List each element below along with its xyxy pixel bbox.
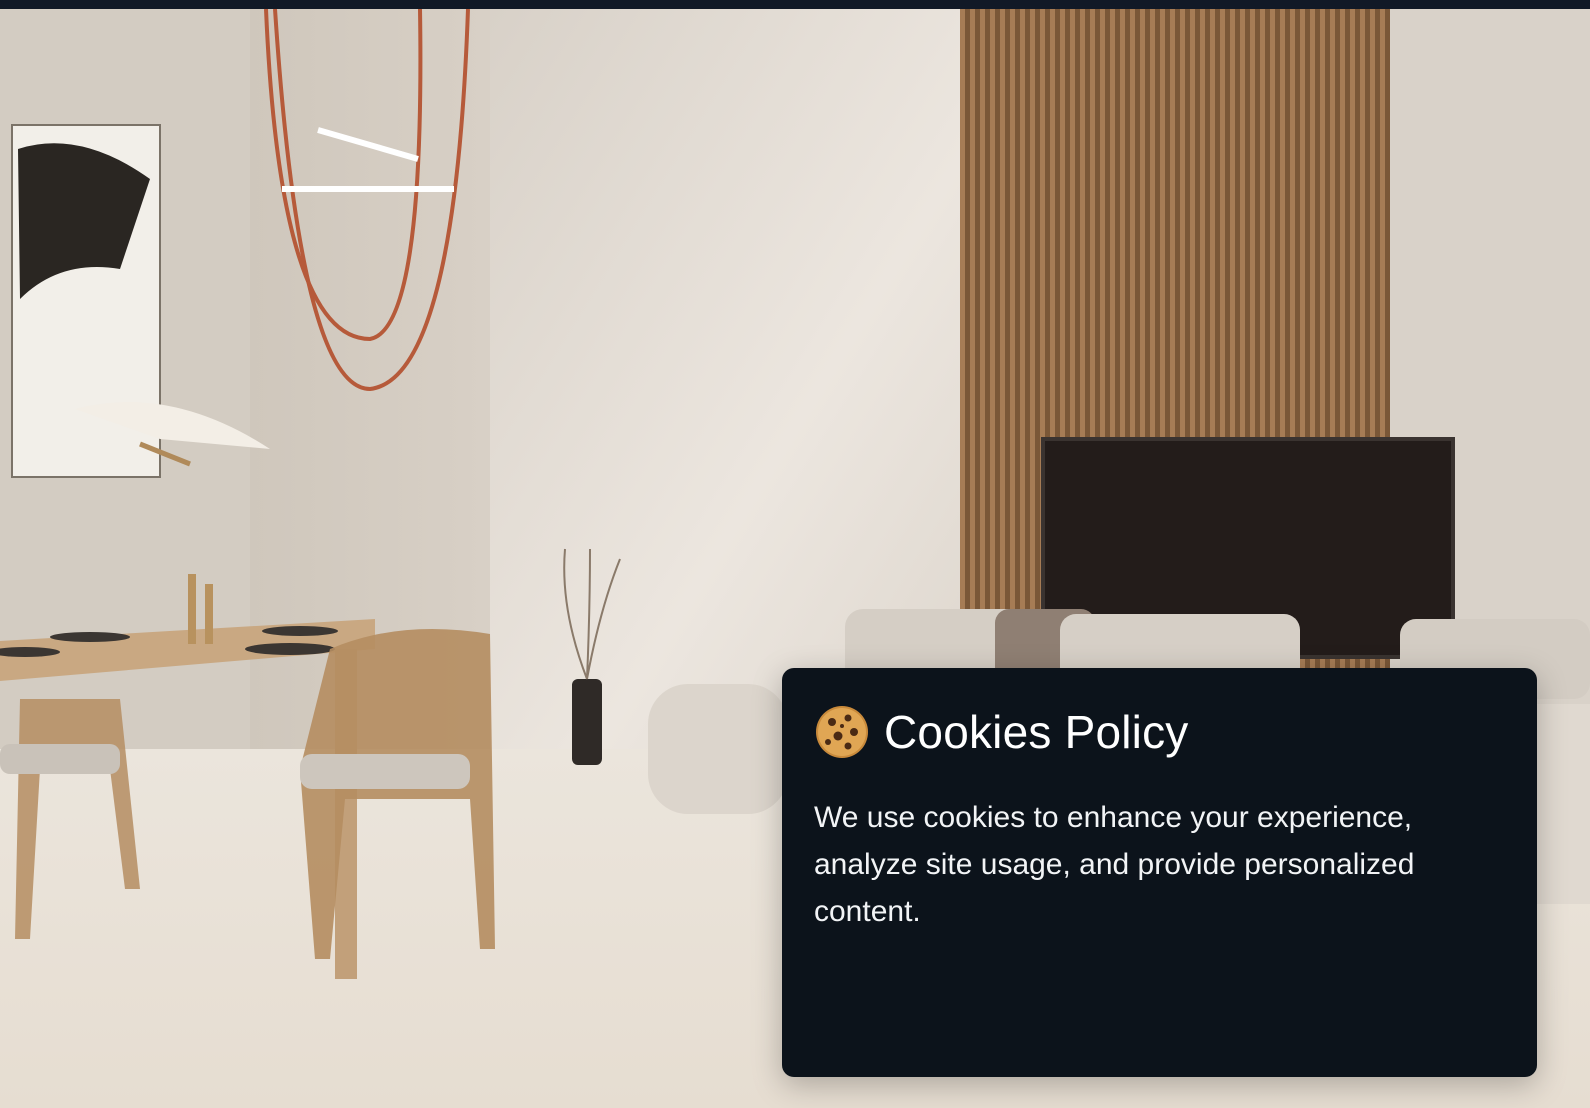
cookie-banner: Cookies Policy We use cookies to enhance…	[782, 668, 1537, 1077]
cookie-banner-header: Cookies Policy	[814, 704, 1505, 760]
cookie-banner-title: Cookies Policy	[884, 706, 1189, 758]
top-bar	[0, 0, 1590, 9]
cookie-banner-text: We use cookies to enhance your experienc…	[814, 801, 1415, 928]
cookie-icon	[814, 704, 870, 760]
